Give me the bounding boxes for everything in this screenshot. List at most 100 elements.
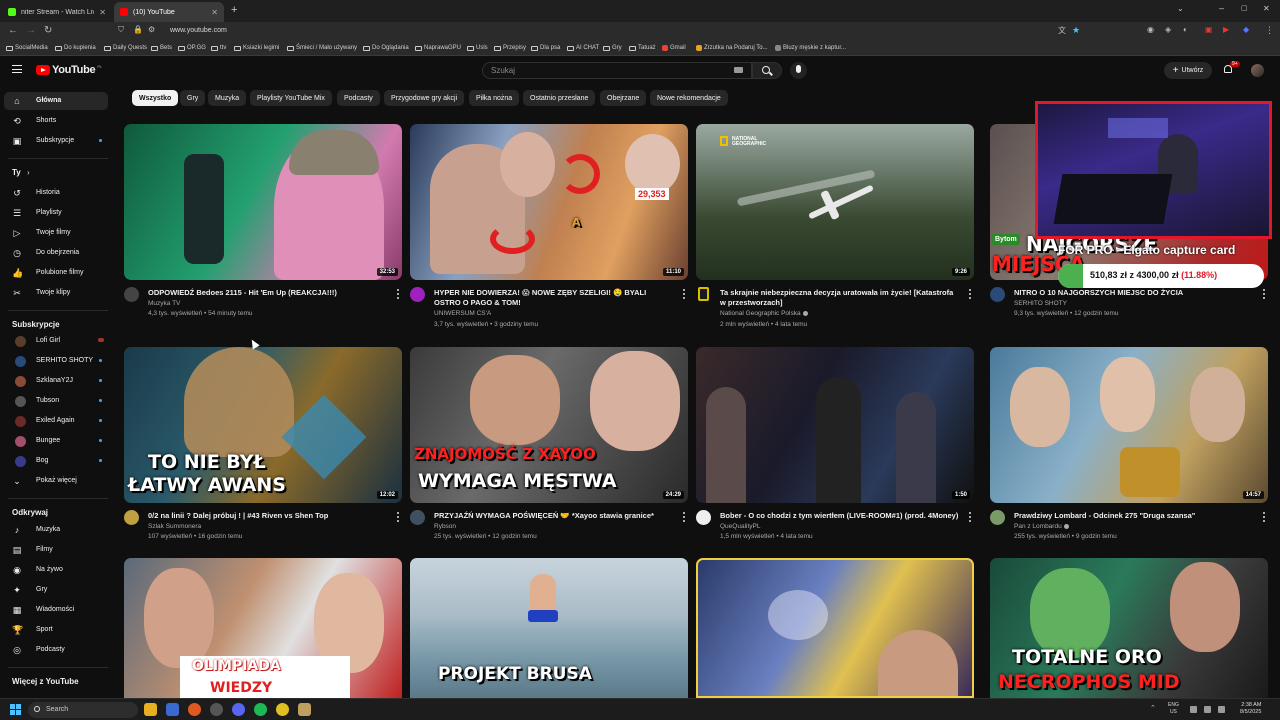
file-explorer-icon[interactable]	[144, 703, 157, 716]
bookmark-folder[interactable]: Przepisy	[494, 45, 526, 51]
channel-name[interactable]: QueQualityPL	[720, 523, 760, 530]
app-icon[interactable]	[298, 703, 311, 716]
channel-name[interactable]: SERHITO SHOTY	[1014, 300, 1067, 307]
chip-mix[interactable]: Playlisty YouTube Mix	[250, 90, 332, 106]
hamburger-menu-icon[interactable]	[12, 65, 22, 73]
video-title[interactable]: Prawdziwy Lombard - Odcinek 275 "Druga s…	[1014, 511, 1254, 521]
spotify-icon[interactable]	[254, 703, 267, 716]
voice-search-icon[interactable]	[790, 62, 807, 79]
video-thumbnail[interactable]: ZNAJOMOŚĆ Z XAYOO WYMAGA MĘSTWA 24:29	[410, 347, 688, 503]
sidebar-item-your-videos[interactable]: ▷ Twoje filmy	[4, 224, 108, 242]
video-title[interactable]: Bober - O co chodzi z tym wiertłem (LIVE…	[720, 511, 960, 521]
video-card[interactable]: ZNAJOMOŚĆ Z XAYOO WYMAGA MĘSTWA 24:29 PR…	[410, 347, 688, 547]
chip-music[interactable]: Muzyka	[208, 90, 247, 106]
sidebar-item-sport[interactable]: 🏆 Sport	[4, 621, 108, 639]
window-close-icon[interactable]: ✕	[1263, 4, 1270, 13]
video-thumbnail[interactable]: 32:53	[124, 124, 402, 280]
avatar[interactable]	[1251, 64, 1264, 77]
lock-icon[interactable]: 🔒	[133, 25, 143, 34]
bookmark-folder[interactable]: OP.GG	[178, 45, 206, 51]
sidebar-sub-bungee[interactable]: Bungee	[4, 432, 108, 450]
browser-menu-icon[interactable]: ⋮	[1265, 25, 1274, 36]
sidebar-item-movies[interactable]: ▤ Filmy	[4, 541, 108, 559]
translate-icon[interactable]: 文	[1058, 25, 1066, 36]
bookmark-folder[interactable]: Tatuaż	[629, 45, 656, 51]
more-options-icon[interactable]	[1263, 512, 1266, 522]
create-button[interactable]: + Utwórz	[1164, 62, 1212, 79]
channel-avatar[interactable]	[410, 287, 425, 302]
reload-icon[interactable]: ↻	[44, 25, 52, 36]
more-options-icon[interactable]	[969, 289, 972, 299]
tab-kick-stream[interactable]: niter Stream - Watch Live on Ki ✕	[2, 2, 112, 22]
brave-browser-icon[interactable]	[188, 703, 201, 716]
bookmark-star-icon[interactable]: ★	[1072, 25, 1080, 36]
sidebar-item-home[interactable]: ⌂ Główna	[4, 92, 108, 110]
video-card[interactable]: TO NIE BYŁ ŁATWY AWANS 12:02 0/2 na lini…	[124, 347, 402, 547]
sidebar-sub-exiled-again[interactable]: Exiled Again	[4, 412, 108, 430]
chip-recently-uploaded[interactable]: Ostatnio przesłane	[523, 90, 596, 106]
extension-icon[interactable]: ▶	[1223, 25, 1229, 34]
battery-icon[interactable]	[1218, 706, 1225, 713]
taskbar-search-input[interactable]: Search	[28, 702, 138, 718]
channel-avatar[interactable]	[124, 510, 139, 525]
channel-avatar[interactable]	[698, 287, 709, 301]
bookmark-folder[interactable]: NaprawaGPU	[415, 45, 461, 51]
more-options-icon[interactable]	[683, 289, 686, 299]
sidebar-sub-szklana[interactable]: SzklanaY2J	[4, 372, 108, 390]
channel-name[interactable]: Szlak Summonera	[148, 523, 201, 530]
sidebar-you-header[interactable]: Ty ›	[12, 168, 30, 177]
video-thumbnail[interactable]: 1:50	[696, 347, 974, 503]
sidebar-item-gaming[interactable]: ✦ Gry	[4, 581, 108, 599]
language-indicator[interactable]: ENG US	[1168, 702, 1179, 716]
extension-icon[interactable]: ▣	[1205, 25, 1213, 34]
sidebar-item-shorts[interactable]: ⟲ Shorts	[4, 112, 108, 130]
windows-start-icon[interactable]	[10, 704, 21, 715]
bookmark-folder[interactable]: Bets	[151, 45, 172, 51]
video-card[interactable]: 32:53 ODPOWIEDŹ Bedoes 2115 - Hit 'Em Up…	[124, 124, 402, 324]
sidebar-sub-tubson[interactable]: Tubson	[4, 392, 108, 410]
bookmark-folder[interactable]: Gry	[603, 45, 622, 51]
channel-name[interactable]: Pan z Lombardu	[1014, 523, 1069, 530]
channel-avatar[interactable]	[990, 287, 1005, 302]
video-thumbnail[interactable]: A 29,353 11:10	[410, 124, 688, 280]
channel-name[interactable]: UNIWERSUM CS'A	[434, 310, 491, 317]
system-clock[interactable]: 2:38 AM 8/5/2025	[1240, 702, 1261, 716]
bookmark-folder[interactable]: ttv	[211, 45, 226, 51]
sidebar-item-liked[interactable]: 👍 Polubione filmy	[4, 264, 108, 282]
bookmark-folder[interactable]: Śmieci / Mało używany	[287, 45, 357, 51]
video-title[interactable]: NITRO O 10 NAJGORSZYCH MIEJSC DO ŻYCIA	[1014, 288, 1254, 298]
video-title[interactable]: 0/2 na linii ? Dalej próbuj ! | #43 Rive…	[148, 511, 388, 521]
discord-icon[interactable]	[232, 703, 245, 716]
more-options-icon[interactable]	[1263, 289, 1266, 299]
chip-games[interactable]: Gry	[180, 90, 206, 106]
sidebar-sub-bog[interactable]: Bog	[4, 452, 108, 470]
tab-youtube[interactable]: (10) YouTube ✕	[114, 2, 224, 22]
site-settings-icon[interactable]: ⚙	[148, 25, 155, 34]
more-options-icon[interactable]	[969, 512, 972, 522]
video-card[interactable]: PROJEKT BRUSA	[410, 558, 688, 698]
sidebar-item-watch-later[interactable]: ◷ Do obejrzenia	[4, 244, 108, 262]
bookmark-folder[interactable]: Usls	[467, 45, 488, 51]
channel-avatar[interactable]	[410, 510, 425, 525]
chip-watched[interactable]: Obejrzane	[600, 90, 647, 106]
maximize-icon[interactable]: ▢	[1241, 4, 1248, 12]
back-icon[interactable]: ←	[8, 25, 18, 36]
close-icon[interactable]: ✕	[211, 8, 218, 17]
video-thumbnail[interactable]: OLIMPIADA WIEDZY	[124, 558, 402, 698]
sidebar-item-subscriptions[interactable]: ▣ Subskrypcje	[4, 132, 108, 150]
video-thumbnail[interactable]: TOTALNE ORO NECROPHOS MID	[990, 558, 1268, 698]
search-input[interactable]: Szukaj	[482, 62, 752, 79]
bookmark-folder[interactable]: Do kupienia	[55, 45, 96, 51]
shield-icon[interactable]: ⛉	[118, 25, 124, 35]
channel-name[interactable]: Muzyka TV	[148, 300, 180, 307]
more-options-icon[interactable]	[397, 289, 400, 299]
channel-name[interactable]: Rybson	[434, 523, 456, 530]
video-card[interactable]: 1:50 Bober - O co chodzi z tym wiertłem …	[696, 347, 974, 547]
video-thumbnail[interactable]: 14:57	[990, 347, 1268, 503]
bookmark-folder[interactable]: Daily Quests	[104, 45, 147, 51]
video-title[interactable]: HYPER NIE DOWIERZA! 😱 NOWE ZĘBY SZELIGI!…	[434, 288, 674, 308]
sidebar-item-podcasts[interactable]: ◎ Podcasty	[4, 641, 108, 659]
video-card[interactable]: 14:57 Prawdziwy Lombard - Odcinek 275 "D…	[990, 347, 1268, 547]
app-icon[interactable]	[166, 703, 179, 716]
close-icon[interactable]: ✕	[99, 8, 106, 17]
